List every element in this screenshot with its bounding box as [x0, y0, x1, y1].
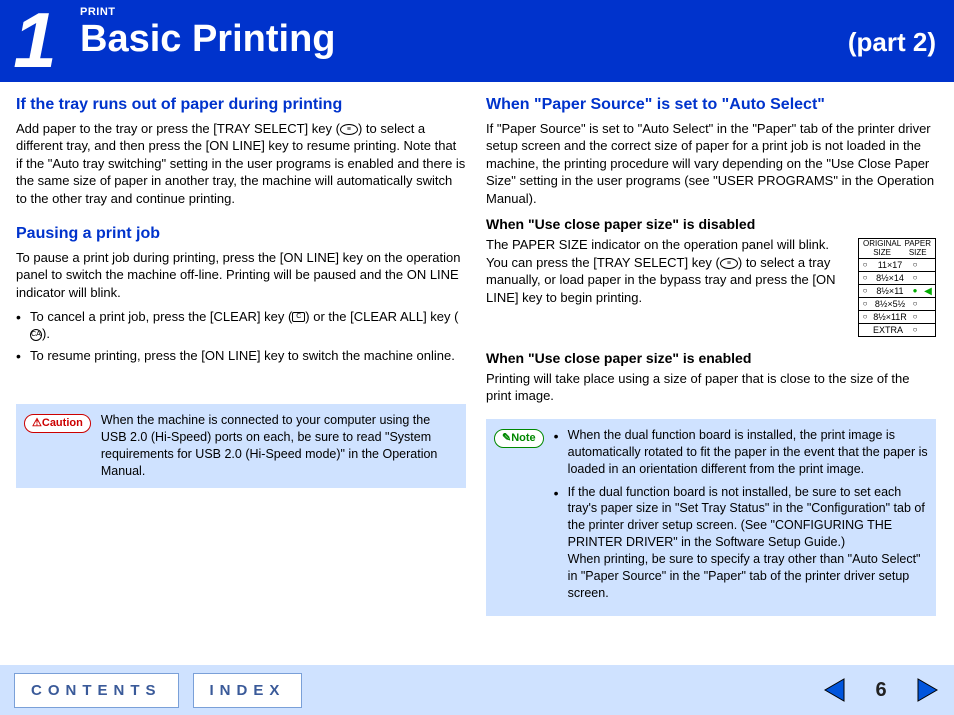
note-label: Note	[511, 432, 535, 444]
page-title: Basic Printing	[80, 18, 336, 61]
caution-tag: ⚠Caution	[24, 414, 91, 433]
text-fragment: ) or the [CLEAR ALL] key (	[305, 309, 458, 324]
para-auto-select: If "Paper Source" is set to "Auto Select…	[486, 120, 936, 208]
footer-nav: CONTENTS INDEX 6	[0, 665, 954, 715]
prev-page-icon[interactable]	[822, 677, 848, 703]
tray-select-key-icon: ≡	[340, 124, 358, 135]
fig-row-label: EXTRA	[871, 324, 909, 336]
para-enabled: Printing will take place using a size of…	[486, 370, 936, 405]
paper-size-indicator-figure: ORIGINAL SIZE PAPER SIZE ○11×17○ ○8½×14○…	[858, 238, 936, 337]
note-box: ✎Note When the dual function board is in…	[486, 419, 936, 616]
fig-row-label: 8½×11R	[871, 311, 909, 323]
para-tray-runs-out: Add paper to the tray or press the [TRAY…	[16, 120, 466, 208]
fig-row-label: 11×17	[871, 259, 909, 271]
fig-head-left: ORIGINAL SIZE	[863, 240, 901, 257]
para-pausing: To pause a print job during printing, pr…	[16, 249, 466, 302]
heading-tray-runs-out: If the tray runs out of paper during pri…	[16, 94, 466, 116]
fig-head-right: PAPER SIZE	[904, 240, 931, 257]
fig-row-label: 8½×5½	[871, 298, 909, 310]
fig-row-label: 8½×14	[871, 272, 909, 284]
contents-button[interactable]: CONTENTS	[14, 673, 179, 708]
right-column: When "Paper Source" is set to "Auto Sele…	[486, 94, 936, 616]
text-fragment: When printing, be sure to specify a tray…	[568, 552, 921, 600]
clear-key-icon: C	[292, 312, 305, 322]
chapter-number: 1	[0, 0, 70, 82]
left-column: If the tray runs out of paper during pri…	[16, 94, 466, 616]
text-fragment: Add paper to the tray or press the [TRAY…	[16, 121, 340, 136]
clear-all-key-icon: CA	[30, 329, 42, 341]
list-item: To cancel a print job, press the [CLEAR]…	[16, 308, 466, 343]
index-button[interactable]: INDEX	[193, 673, 303, 708]
page-header: 1 PRINT Basic Printing (part 2)	[0, 0, 954, 82]
note-tag: ✎Note	[494, 429, 544, 448]
tray-select-key-icon: ≡	[720, 258, 738, 269]
bullet-list-pausing: To cancel a print job, press the [CLEAR]…	[16, 308, 466, 365]
list-item: If the dual function board is not instal…	[554, 484, 928, 602]
heading-enabled: When "Use close paper size" is enabled	[486, 349, 936, 368]
next-page-icon[interactable]	[914, 677, 940, 703]
blink-arrow-icon: ◀	[924, 286, 932, 297]
list-item: When the dual function board is installe…	[554, 427, 928, 478]
caution-text: When the machine is connected to your co…	[101, 412, 458, 480]
heading-disabled: When "Use close paper size" is disabled	[486, 215, 936, 234]
caution-label: Caution	[42, 417, 83, 429]
section-label: PRINT	[80, 6, 944, 18]
part-label: (part 2)	[848, 27, 944, 58]
page-number: 6	[862, 679, 900, 702]
note-bullet-list: When the dual function board is installe…	[554, 427, 928, 602]
text-fragment: If the dual function board is not instal…	[568, 485, 925, 550]
text-fragment: To cancel a print job, press the [CLEAR]…	[30, 309, 292, 324]
body-columns: If the tray runs out of paper during pri…	[0, 82, 954, 616]
text-fragment: ).	[42, 326, 50, 341]
heading-pausing: Pausing a print job	[16, 223, 466, 245]
list-item: To resume printing, press the [ON LINE] …	[16, 347, 466, 365]
fig-row-label: 8½×11	[871, 285, 909, 297]
header-text: PRINT Basic Printing (part 2)	[70, 0, 954, 82]
heading-auto-select: When "Paper Source" is set to "Auto Sele…	[486, 94, 936, 116]
caution-box: ⚠Caution When the machine is connected t…	[16, 404, 466, 488]
